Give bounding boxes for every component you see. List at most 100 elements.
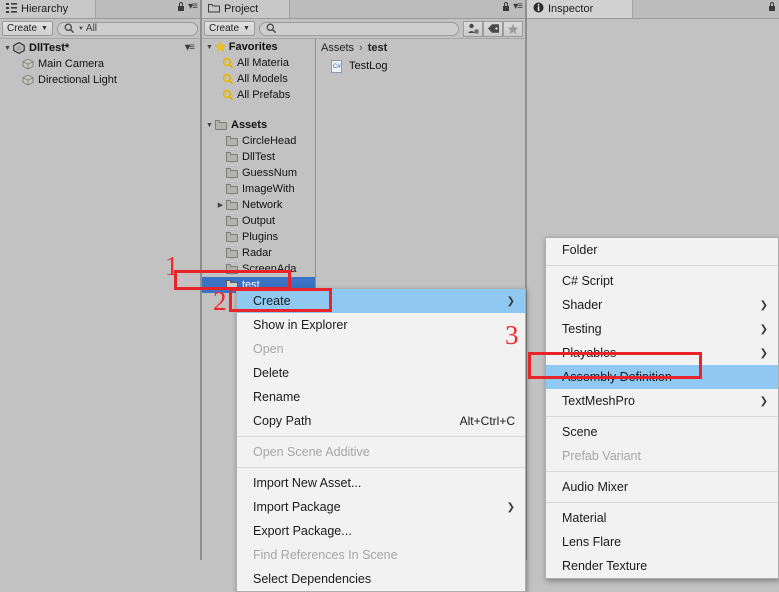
chevron-right-icon: ❯ bbox=[506, 295, 515, 307]
menu-item-label: Prefab Variant bbox=[562, 449, 641, 463]
hierarchy-item-label: Directional Light bbox=[38, 74, 117, 86]
assets-item-network[interactable]: Network bbox=[202, 197, 315, 213]
chevron-right-icon: ❯ bbox=[759, 347, 768, 359]
favorites-item-all-models[interactable]: All Models bbox=[202, 71, 315, 87]
menu-separator bbox=[237, 436, 525, 437]
favorites-group-header[interactable]: ★ Favorites bbox=[202, 39, 315, 55]
favorite-star-icon[interactable] bbox=[503, 20, 523, 37]
folder-icon bbox=[226, 135, 239, 147]
hierarchy-item-directional-light[interactable]: Directional Light bbox=[0, 72, 200, 88]
favorites-item-all-prefabs[interactable]: All Prefabs bbox=[202, 87, 315, 103]
hierarchy-item-label: Main Camera bbox=[38, 58, 105, 70]
hierarchy-toolbar: Create ▼ ▼ All bbox=[0, 19, 200, 39]
chevron-down-icon[interactable] bbox=[204, 44, 215, 51]
assets-item-radar[interactable]: Radar bbox=[202, 245, 315, 261]
favorites-item-label: All Prefabs bbox=[237, 89, 291, 101]
assets-item-output[interactable]: Output bbox=[202, 213, 315, 229]
assets-item-dlltest[interactable]: DllTest bbox=[202, 149, 315, 165]
menu-item-select-dependencies[interactable]: Select Dependencies bbox=[237, 567, 525, 591]
menu-item-audio-mixer[interactable]: Audio Mixer bbox=[546, 475, 778, 499]
menu-item-label: Show in Explorer bbox=[253, 318, 348, 332]
menu-item-shader[interactable]: Shader ❯ bbox=[546, 293, 778, 317]
menu-item-export-package[interactable]: Export Package... bbox=[237, 519, 525, 543]
menu-item-rename[interactable]: Rename bbox=[237, 385, 525, 409]
assets-item-imagewith[interactable]: ImageWith bbox=[202, 181, 315, 197]
hierarchy-tab-options[interactable]: ▾≡ bbox=[177, 2, 198, 12]
menu-item-import-new-asset[interactable]: Import New Asset... bbox=[237, 471, 525, 495]
tab-inspector[interactable]: Inspector bbox=[527, 0, 633, 18]
hierarchy-create-button[interactable]: Create ▼ bbox=[2, 21, 53, 36]
assets-item-circlehead[interactable]: CircleHead bbox=[202, 133, 315, 149]
hierarchy-scene-row[interactable]: DllTest* ▾≡ bbox=[0, 40, 200, 56]
menu-separator bbox=[546, 471, 778, 472]
tab-hierarchy[interactable]: Hierarchy bbox=[0, 0, 96, 18]
project-tab-options[interactable]: ▾≡ bbox=[502, 2, 523, 12]
assets-item-label: GuessNum bbox=[242, 167, 298, 179]
menu-item-label: TextMeshPro bbox=[562, 394, 635, 408]
menu-separator bbox=[237, 467, 525, 468]
tab-project-label: Project bbox=[224, 3, 259, 15]
gameobject-cube-icon bbox=[22, 58, 34, 70]
menu-item-textmeshpro[interactable]: TextMeshPro ❯ bbox=[546, 389, 778, 413]
menu-hamburger-icon[interactable]: ▾≡ bbox=[513, 2, 523, 12]
inspector-tab-options[interactable] bbox=[768, 2, 776, 12]
folder-icon bbox=[226, 199, 239, 211]
menu-item-delete[interactable]: Delete bbox=[237, 361, 525, 385]
assets-group-header[interactable]: Assets bbox=[202, 117, 315, 133]
label-tag-icon[interactable] bbox=[483, 20, 503, 37]
hierarchy-item-main-camera[interactable]: Main Camera bbox=[0, 56, 200, 72]
breadcrumb: Assets › test bbox=[316, 39, 525, 57]
menu-item-label: Rename bbox=[253, 390, 301, 404]
unity-logo-icon bbox=[13, 42, 25, 54]
menu-item-label: C# Script bbox=[562, 274, 614, 288]
menu-item-label: Lens Flare bbox=[562, 535, 622, 549]
menu-item-label: Audio Mixer bbox=[562, 480, 628, 494]
assets-item-label: Output bbox=[242, 215, 276, 227]
menu-separator bbox=[546, 265, 778, 266]
menu-item-label: Scene bbox=[562, 425, 598, 439]
hierarchy-search-input[interactable]: ▼ All bbox=[56, 21, 198, 36]
svg-text:C#: C# bbox=[333, 64, 341, 70]
folder-icon bbox=[226, 183, 239, 195]
menu-item-show-in-explorer[interactable]: Show in Explorer bbox=[237, 313, 525, 337]
tab-project[interactable]: Project bbox=[202, 0, 290, 18]
assets-item-plugins[interactable]: Plugins bbox=[202, 229, 315, 245]
hierarchy-create-label: Create bbox=[7, 23, 38, 34]
favorites-item-all-materials[interactable]: All Materia bbox=[202, 55, 315, 71]
project-search-input[interactable] bbox=[258, 21, 459, 36]
info-icon bbox=[533, 2, 544, 16]
menu-item-c-script[interactable]: C# Script bbox=[546, 269, 778, 293]
menu-item-testing[interactable]: Testing ❯ bbox=[546, 317, 778, 341]
chevron-right-icon: ❯ bbox=[759, 299, 768, 311]
menu-item-label: Open bbox=[253, 342, 284, 356]
assets-item-guessnum[interactable]: GuessNum bbox=[202, 165, 315, 181]
avatar-filter-icon[interactable] bbox=[463, 20, 483, 37]
chevron-right-icon[interactable] bbox=[215, 201, 226, 209]
gameobject-cube-icon bbox=[22, 74, 34, 86]
chevron-down-icon[interactable] bbox=[2, 45, 13, 52]
menu-item-import-package[interactable]: Import Package ❯ bbox=[237, 495, 525, 519]
menu-item-scene[interactable]: Scene bbox=[546, 420, 778, 444]
breadcrumb-root[interactable]: Assets bbox=[321, 42, 354, 54]
lock-icon[interactable] bbox=[502, 2, 510, 12]
scene-options-icon[interactable]: ▾≡ bbox=[185, 43, 195, 53]
menu-item-material[interactable]: Material bbox=[546, 506, 778, 530]
menu-item-label: Render Texture bbox=[562, 559, 648, 573]
lock-icon[interactable] bbox=[177, 2, 185, 12]
menu-hamburger-icon[interactable]: ▾≡ bbox=[188, 2, 198, 12]
project-create-label: Create bbox=[209, 23, 240, 34]
menu-item-lens-flare[interactable]: Lens Flare bbox=[546, 530, 778, 554]
assets-item-label: DllTest bbox=[242, 151, 276, 163]
folder-icon bbox=[226, 247, 239, 259]
lock-icon[interactable] bbox=[768, 2, 776, 12]
hierarchy-icon bbox=[6, 2, 17, 16]
search-filter-caret-icon[interactable]: ▼ bbox=[78, 26, 84, 32]
menu-item-prefab-variant: Prefab Variant bbox=[546, 444, 778, 468]
menu-item-label: Delete bbox=[253, 366, 290, 380]
content-item-testlog[interactable]: C# TestLog bbox=[316, 57, 525, 75]
menu-item-folder[interactable]: Folder bbox=[546, 238, 778, 262]
menu-item-copy-path[interactable]: Copy Path Alt+Ctrl+C bbox=[237, 409, 525, 433]
project-create-button[interactable]: Create ▼ bbox=[204, 21, 255, 36]
menu-item-render-texture[interactable]: Render Texture bbox=[546, 554, 778, 578]
chevron-down-icon[interactable] bbox=[204, 122, 215, 129]
